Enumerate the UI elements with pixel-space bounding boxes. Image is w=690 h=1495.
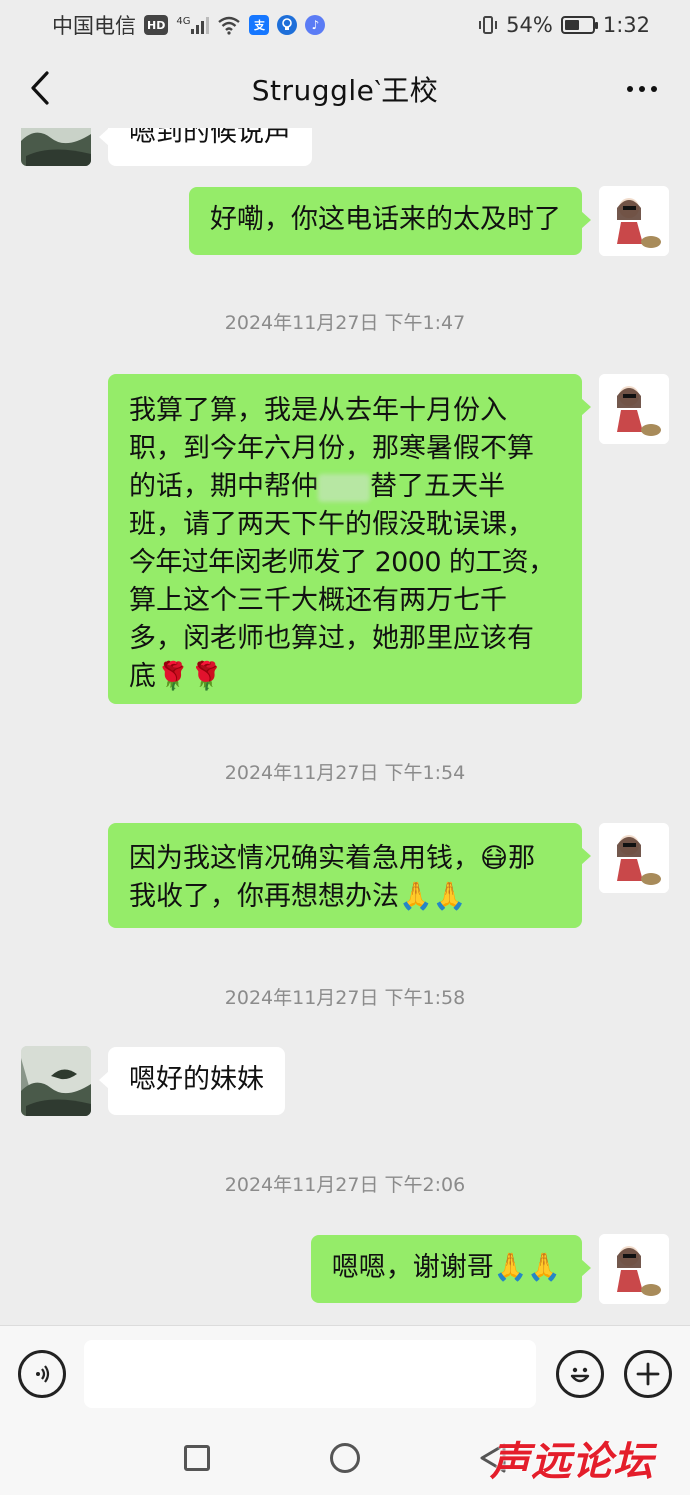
hd-icon: HD	[144, 15, 169, 35]
message-text: 嗯到的候说声	[129, 128, 291, 148]
bulb-icon	[277, 15, 298, 35]
message-line: 我算了算，我是从去年十月份入	[129, 395, 507, 426]
message-line-part: 的话，期中帮仲	[129, 471, 318, 502]
self-avatar[interactable]	[599, 374, 669, 444]
message-line: 底🌹🌹	[129, 661, 224, 692]
message-line: 职，到今年六月份，那寒暑假不算	[129, 433, 534, 464]
message-outgoing: 因为我这情况确实着急用钱，😷那 我收了，你再想想办法🙏🙏	[0, 823, 690, 931]
signal-icon: 4G	[176, 16, 210, 34]
timestamp: 2024年11月27日 下午2:06	[224, 1174, 466, 1196]
contact-avatar[interactable]	[21, 1046, 91, 1116]
home-icon[interactable]	[330, 1443, 360, 1473]
message-line: 多，闵老师也算过，她那里应该有	[129, 623, 534, 654]
message-line: 因为我这情况确实着急用钱，😷那	[129, 843, 536, 874]
chat-title: Struggle‵王校	[251, 74, 439, 107]
message-outgoing: 嗯嗯，谢谢哥🙏🙏	[0, 1234, 690, 1306]
watermark-logo: 声远论坛	[490, 1439, 654, 1485]
timestamp: 2024年11月27日 下午1:58	[224, 987, 466, 1009]
status-right: 54% 1:32	[478, 13, 650, 37]
carrier-label: 中国电信	[52, 14, 136, 38]
message-line: 算上这个三千大概还有两万七千	[129, 585, 507, 616]
voice-icon[interactable]	[18, 1350, 66, 1398]
music-icon: ♪	[305, 15, 326, 35]
self-avatar[interactable]	[599, 1234, 669, 1304]
message-line: 班，请了两天下午的假没耽误课，	[129, 509, 534, 540]
message-input[interactable]	[84, 1340, 536, 1408]
blurred-name	[318, 473, 370, 502]
vibrate-icon	[479, 16, 498, 34]
status-bar: 中国电信 HD 4G 支 ♪ 54% 1:32	[0, 0, 690, 50]
more-dots-icon[interactable]	[622, 74, 662, 104]
message-outgoing: 我算了算，我是从去年十月份入 职，到今年六月份，那寒暑假不算 的话，期中帮仲 替了…	[0, 374, 690, 706]
message-line: 我收了，你再想想办法🙏🙏	[129, 881, 467, 912]
message-text: 好嘞，你这电话来的太及时了	[210, 204, 561, 235]
message-outgoing: 好嘞，你这电话来的太及时了	[0, 186, 690, 258]
message-incoming: 嗯好的妹妹	[0, 1046, 690, 1118]
message-line-part: 替了五天半	[370, 471, 505, 502]
alipay-icon: 支	[249, 15, 270, 35]
plus-icon[interactable]	[624, 1350, 672, 1398]
contact-avatar[interactable]	[21, 128, 91, 166]
battery-level	[564, 20, 579, 30]
message-text: 嗯嗯，谢谢哥🙏🙏	[331, 1252, 561, 1283]
chat-header: Struggle‵王校	[0, 50, 690, 128]
network-type-label: 4G	[176, 16, 191, 27]
timestamp: 2024年11月27日 下午1:47	[224, 312, 466, 334]
message-incoming: 嗯到的候说声	[0, 128, 690, 168]
clock: 1:32	[602, 13, 650, 37]
emoji-icon[interactable]	[556, 1350, 604, 1398]
timestamp: 2024年11月27日 下午1:54	[224, 762, 466, 784]
recent-apps-icon[interactable]	[184, 1445, 210, 1471]
message-bubble[interactable]: 我算了算，我是从去年十月份入 职，到今年六月份，那寒暑假不算 的话，期中帮仲 替了…	[108, 374, 591, 704]
message-line: 今年过年闵老师发了 2000 的工资，	[129, 547, 555, 578]
message-bubble[interactable]: 嗯嗯，谢谢哥🙏🙏	[310, 1235, 592, 1303]
chat-messages[interactable]: 嗯到的候说声 好嘞，你这电话来的太及时了 2024年11月27日 下午1:47 …	[0, 128, 690, 1325]
message-bubble[interactable]: 好嘞，你这电话来的太及时了	[189, 187, 591, 255]
system-nav-bar: 声远论坛	[0, 1421, 690, 1495]
message-bubble[interactable]: 嗯到的候说声	[99, 128, 312, 166]
battery-icon	[560, 16, 598, 34]
wifi-icon	[218, 16, 241, 35]
message-bubble[interactable]: 嗯好的妹妹	[99, 1047, 285, 1115]
chevron-left-icon[interactable]	[22, 70, 58, 106]
input-bar	[0, 1325, 690, 1421]
message-text: 嗯好的妹妹	[129, 1064, 264, 1095]
self-avatar[interactable]	[599, 186, 669, 256]
message-bubble[interactable]: 因为我这情况确实着急用钱，😷那 我收了，你再想想办法🙏🙏	[108, 823, 591, 928]
status-left: 中国电信 HD 4G 支 ♪	[52, 10, 326, 40]
battery-percent: 54%	[506, 13, 553, 37]
self-avatar[interactable]	[599, 823, 669, 893]
message-line: 的话，期中帮仲 替了五天半	[129, 468, 561, 506]
